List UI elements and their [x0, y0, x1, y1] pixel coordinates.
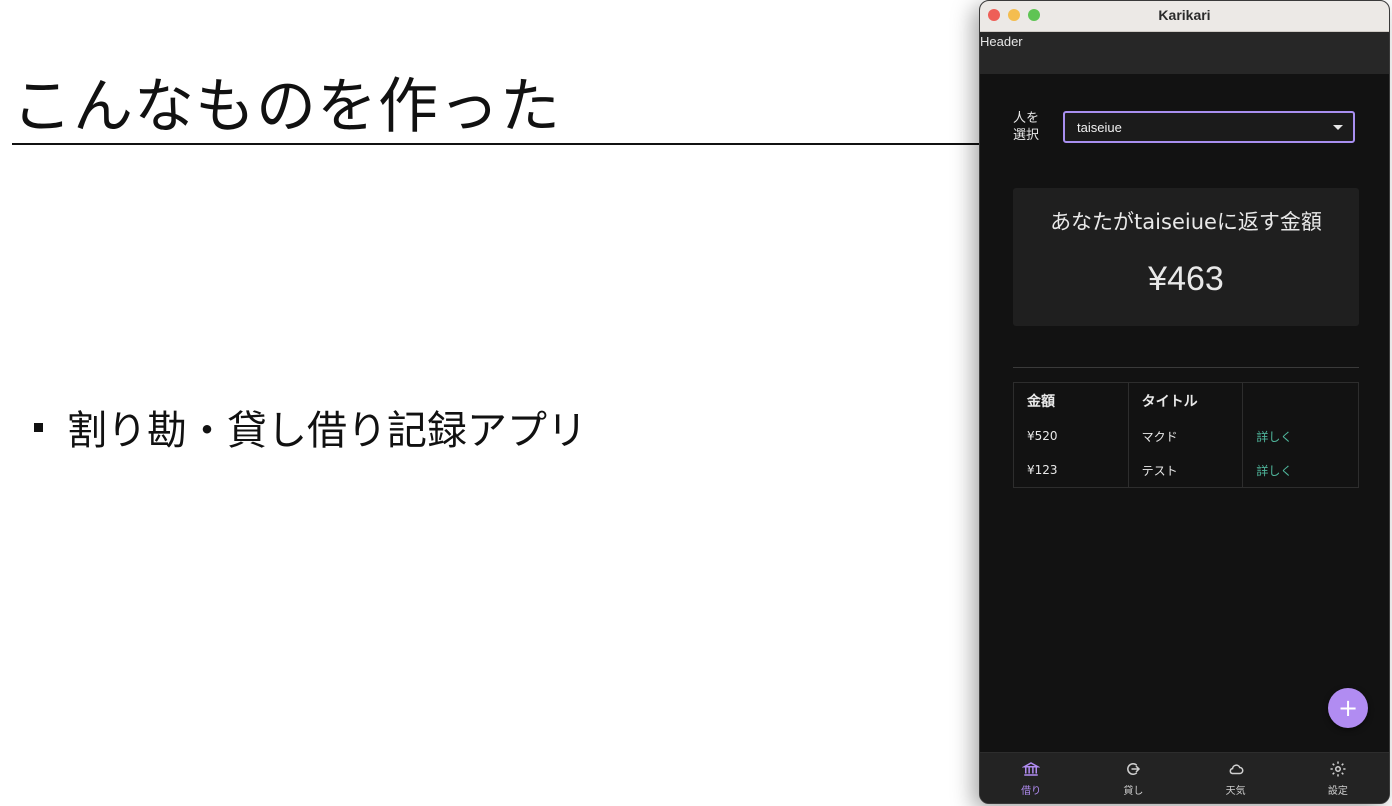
- column-header-amount: 金額: [1014, 383, 1129, 419]
- nav-item-settings[interactable]: 設定: [1303, 760, 1373, 797]
- records-table: 金額 タイトル ¥520 マクド 詳しく ¥123 テスト 詳しく: [1013, 382, 1359, 488]
- row-amount: ¥123: [1014, 453, 1129, 487]
- nav-label: 設定: [1327, 785, 1348, 797]
- cloud-icon: [1229, 763, 1244, 774]
- nav-label: 貸し: [1123, 785, 1144, 797]
- person-selector-label: 人を選択: [1013, 111, 1040, 143]
- row-title: マクド: [1129, 419, 1244, 453]
- row-title: テスト: [1129, 453, 1244, 487]
- bullet-marker-icon: [34, 422, 43, 432]
- app-header: Header: [980, 32, 1389, 74]
- table-header-row: 金額 タイトル: [1014, 383, 1358, 419]
- person-select-value: taiseiue: [1077, 119, 1122, 135]
- plus-icon: +: [1337, 694, 1359, 722]
- slide-title: こんなものを作った: [12, 72, 561, 142]
- balance-card: あなたがtaiseiueに返す金額 ¥463: [1013, 188, 1359, 326]
- column-header-action: [1243, 383, 1358, 419]
- table-row: ¥123 テスト 詳しく: [1014, 453, 1358, 487]
- title-underline: [12, 143, 992, 145]
- bottom-navigation: 借り 貸し 天気 設定: [980, 752, 1389, 803]
- chevron-down-icon: [1333, 124, 1343, 130]
- bank-icon: [1022, 761, 1041, 776]
- person-selector-row: 人を選択 taiseiue: [1013, 110, 1355, 144]
- person-select[interactable]: taiseiue: [1063, 111, 1355, 143]
- nav-item-borrow[interactable]: 借り: [996, 760, 1066, 797]
- nav-item-weather[interactable]: 天気: [1201, 760, 1271, 797]
- app-window: Karikari Header 人を選択 taiseiue あなたがtaisei…: [979, 0, 1390, 804]
- divider: [1013, 367, 1359, 368]
- window-title: Karikari: [1158, 7, 1211, 23]
- column-header-title: タイトル: [1129, 383, 1244, 419]
- table-row: ¥520 マクド 詳しく: [1014, 419, 1358, 453]
- add-record-button[interactable]: +: [1328, 688, 1368, 728]
- window-titlebar[interactable]: Karikari: [980, 1, 1389, 32]
- row-amount: ¥520: [1014, 419, 1129, 453]
- details-link[interactable]: 詳しく: [1243, 453, 1358, 487]
- arrow-circle-icon: [1127, 762, 1141, 775]
- balance-amount: ¥463: [1148, 260, 1224, 298]
- bullet-text: 割り勘・貸し借り記録アプリ: [67, 408, 587, 454]
- nav-label: 借り: [1021, 785, 1042, 797]
- nav-item-lend[interactable]: 貸し: [1098, 760, 1168, 797]
- details-link[interactable]: 詳しく: [1243, 419, 1358, 453]
- bullet-item: 割り勘・貸し借り記録アプリ: [34, 398, 587, 456]
- main-content: 人を選択 taiseiue あなたがtaiseiueに返す金額 ¥463 金額 …: [980, 74, 1389, 754]
- nav-label: 天気: [1225, 785, 1246, 797]
- gear-icon: [1330, 761, 1346, 776]
- balance-heading: あなたがtaiseiueに返す金額: [1050, 210, 1322, 234]
